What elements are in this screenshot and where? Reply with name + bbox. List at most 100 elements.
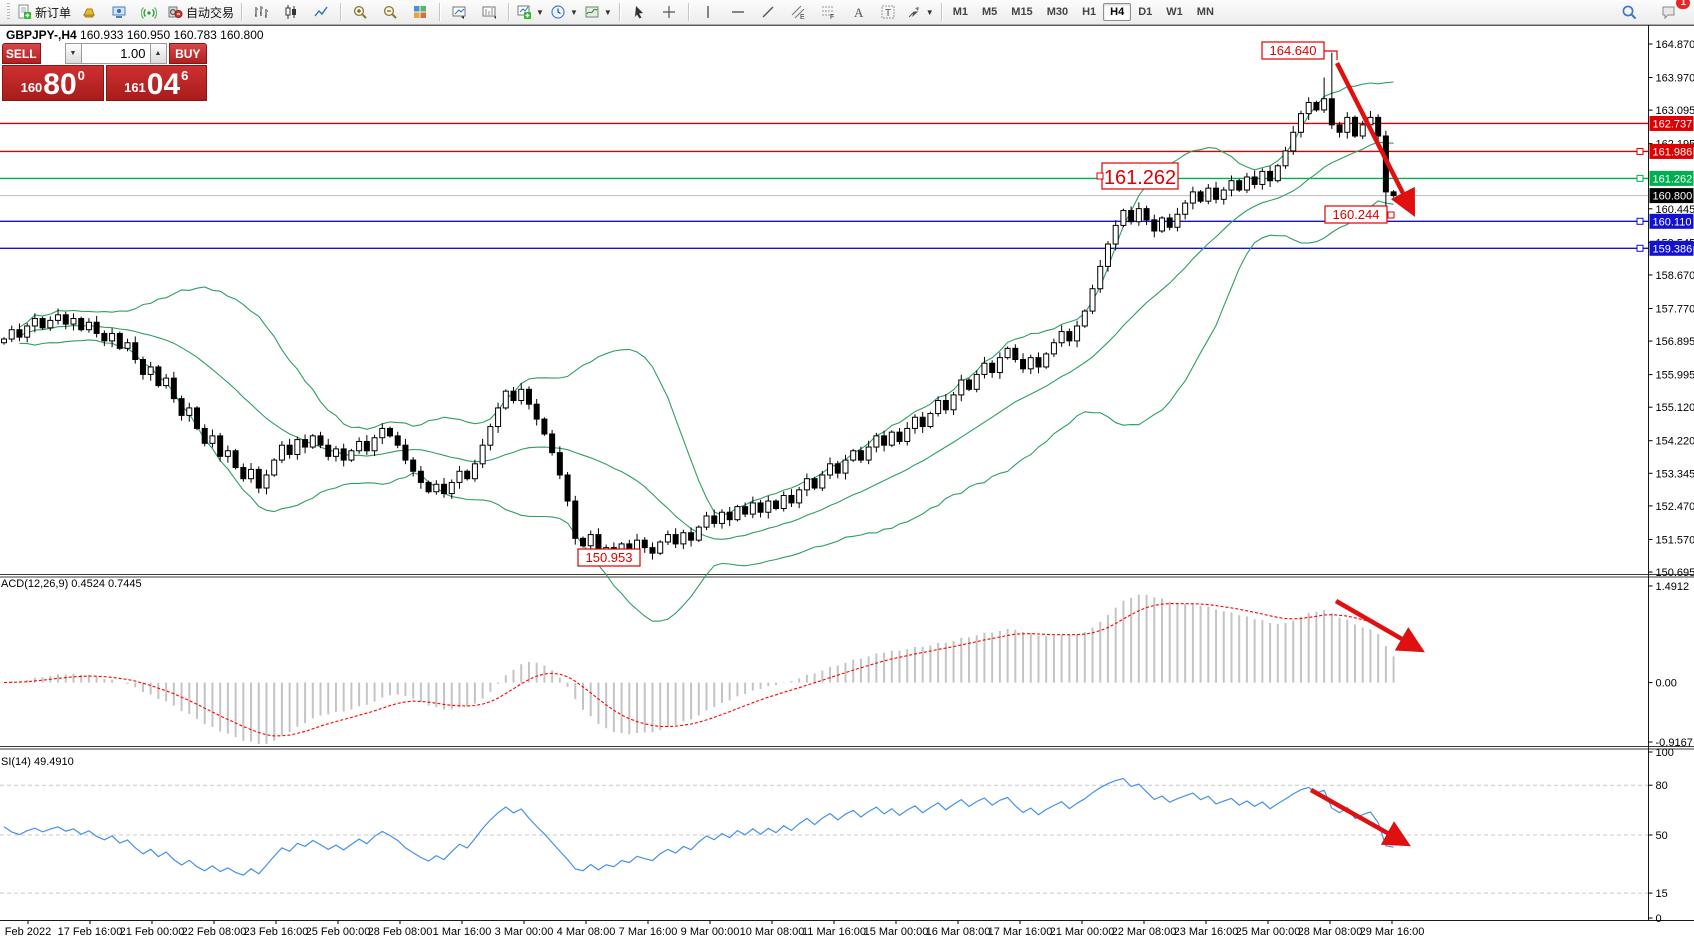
timeframe-mn-button[interactable]: MN xyxy=(1190,3,1221,21)
candle-body xyxy=(897,432,902,441)
candle-body xyxy=(25,326,30,337)
toolbar-chart-candles-button[interactable] xyxy=(276,1,306,23)
candle-body xyxy=(905,428,910,441)
candle-body xyxy=(1059,332,1064,343)
candle-body xyxy=(287,445,292,454)
zoom-out-icon xyxy=(382,4,398,20)
candle-body xyxy=(1198,192,1203,201)
toolbar-separator xyxy=(941,3,942,21)
price-tick-label: 151.570 xyxy=(1656,534,1694,546)
toolbar-vertical-line-button[interactable] xyxy=(693,1,723,23)
toolbar-profiles-button[interactable]: ▼ xyxy=(547,1,581,23)
toolbar-chart-shift-button[interactable] xyxy=(474,1,504,23)
toolbar-horizontal-line-button[interactable] xyxy=(723,1,753,23)
bollinger-lower-line[interactable] xyxy=(19,201,1393,621)
toolbar-chart-line-button[interactable] xyxy=(306,1,336,23)
chevron-down-icon: ▼ xyxy=(536,8,544,17)
trend-arrow[interactable] xyxy=(1311,790,1407,844)
candle-body xyxy=(187,408,192,415)
toolbar-cursor-button[interactable] xyxy=(624,1,654,23)
annotation-handle[interactable] xyxy=(1388,212,1394,218)
candle-body xyxy=(380,428,385,437)
candle-body xyxy=(588,535,593,546)
notifications-button[interactable]: 1 xyxy=(1654,1,1684,23)
annotation-connector xyxy=(1324,51,1337,60)
time-tick-label: 22 Mar 08:00 xyxy=(1112,926,1177,938)
time-tick-label: 28 Mar 08:00 xyxy=(1298,926,1363,938)
toolbar-chart-bars-button[interactable] xyxy=(246,1,276,23)
line-handle[interactable] xyxy=(1637,245,1643,251)
timeframe-m5-button[interactable]: M5 xyxy=(975,3,1004,21)
toolbar-trendline-button[interactable] xyxy=(753,1,783,23)
toolbar-crosshair-button[interactable] xyxy=(654,1,684,23)
candle-body xyxy=(912,417,917,428)
line-handle[interactable] xyxy=(1637,218,1643,224)
volume-input[interactable] xyxy=(82,43,150,64)
timeframe-m15-button[interactable]: M15 xyxy=(1004,3,1039,21)
toolbar-equidistant-channel-button[interactable]: E xyxy=(783,1,813,23)
timeframe-m30-button[interactable]: M30 xyxy=(1040,3,1075,21)
line-handle[interactable] xyxy=(1637,175,1643,181)
timeframe-h1-button[interactable]: H1 xyxy=(1075,3,1103,21)
candle-body xyxy=(249,469,254,478)
time-tick-label: 25 Feb 00:00 xyxy=(306,926,371,938)
search-button[interactable] xyxy=(1614,1,1644,23)
price-badge-text: 161.262 xyxy=(1653,173,1693,185)
candle-body xyxy=(210,436,215,443)
crosshair-icon xyxy=(661,4,677,20)
chart-canvas[interactable]: 164.870163.970163.095162.195160.445159.5… xyxy=(0,25,1694,941)
timeframe-m1-button[interactable]: M1 xyxy=(946,3,975,21)
candle-body xyxy=(449,482,454,493)
buy-button[interactable]: BUY xyxy=(169,43,208,64)
time-tick-label: 23 Feb 16:00 xyxy=(244,926,309,938)
toolbar-auto-scroll-button[interactable] xyxy=(444,1,474,23)
line-handle[interactable] xyxy=(1637,148,1643,154)
candle-body xyxy=(1229,181,1234,190)
toolbar-zoom-out-button[interactable] xyxy=(375,1,405,23)
toolbar-arrow-objects-button[interactable]: ▼ xyxy=(903,1,937,23)
toolbar-new-chart-button[interactable]: ▼ xyxy=(513,1,547,23)
candles-layer xyxy=(2,53,1397,563)
buy-price[interactable]: 161 04 6 xyxy=(106,65,208,101)
timeframe-w1-button[interactable]: W1 xyxy=(1159,3,1190,21)
candle-body xyxy=(642,540,647,547)
time-tick-label: 15 Mar 00:00 xyxy=(864,926,929,938)
sell-button[interactable]: SELL xyxy=(2,43,41,64)
time-axis[interactable]: Feb 202217 Feb 16:0021 Feb 00:0022 Feb 0… xyxy=(5,921,1425,938)
chart-window[interactable]: 164.870163.970163.095162.195160.445159.5… xyxy=(0,25,1694,941)
volume-down-button[interactable]: ▼ xyxy=(65,43,82,64)
toolbar-templates-button[interactable]: ▼ xyxy=(581,1,615,23)
bollinger-middle-line[interactable] xyxy=(19,142,1393,539)
candle-body xyxy=(148,367,153,374)
time-tick-label: 3 Mar 00:00 xyxy=(495,926,554,938)
rsi-scale-label: 80 xyxy=(1656,780,1668,792)
toolbar-text-label-button[interactable]: T xyxy=(873,1,903,23)
timeframe-h4-button[interactable]: H4 xyxy=(1103,3,1131,21)
toolbar-text-button[interactable]: A xyxy=(843,1,873,23)
toolbar-tile-windows-button[interactable] xyxy=(405,1,435,23)
candle-body xyxy=(550,434,555,453)
toolbar-new-order-button[interactable]: 新订单 xyxy=(13,1,74,23)
candle-body xyxy=(1175,214,1180,227)
toolbar-auto-trading-button[interactable]: 自动交易 xyxy=(164,1,237,23)
annotation-text: 161.262 xyxy=(1104,167,1176,189)
annotation-handle[interactable] xyxy=(1097,173,1103,179)
toolbar-signals-button[interactable] xyxy=(134,1,164,23)
toolbar-terminal-button[interactable] xyxy=(104,1,134,23)
toolbar-zoom-in-button[interactable] xyxy=(345,1,375,23)
sell-price[interactable]: 160 80 0 xyxy=(2,65,104,101)
toolbar-fibonacci-button[interactable]: F xyxy=(813,1,843,23)
candles-chart-icon xyxy=(283,4,299,20)
candle-body xyxy=(681,533,686,544)
annotation-text: 150.953 xyxy=(586,550,633,565)
volume-up-button[interactable]: ▲ xyxy=(150,43,167,64)
candle-body xyxy=(712,516,717,523)
toolbar-market-depth-button[interactable] xyxy=(74,1,104,23)
candle-body xyxy=(1275,166,1280,181)
timeframe-d1-button[interactable]: D1 xyxy=(1131,3,1159,21)
trend-arrow[interactable] xyxy=(1337,63,1413,213)
one-click-trading-panel: SELL ▼ ▲ BUY 160 80 0 161 04 6 xyxy=(2,43,207,101)
candle-body xyxy=(1113,225,1118,244)
candle-body xyxy=(272,460,277,475)
candle-body xyxy=(1314,102,1319,109)
